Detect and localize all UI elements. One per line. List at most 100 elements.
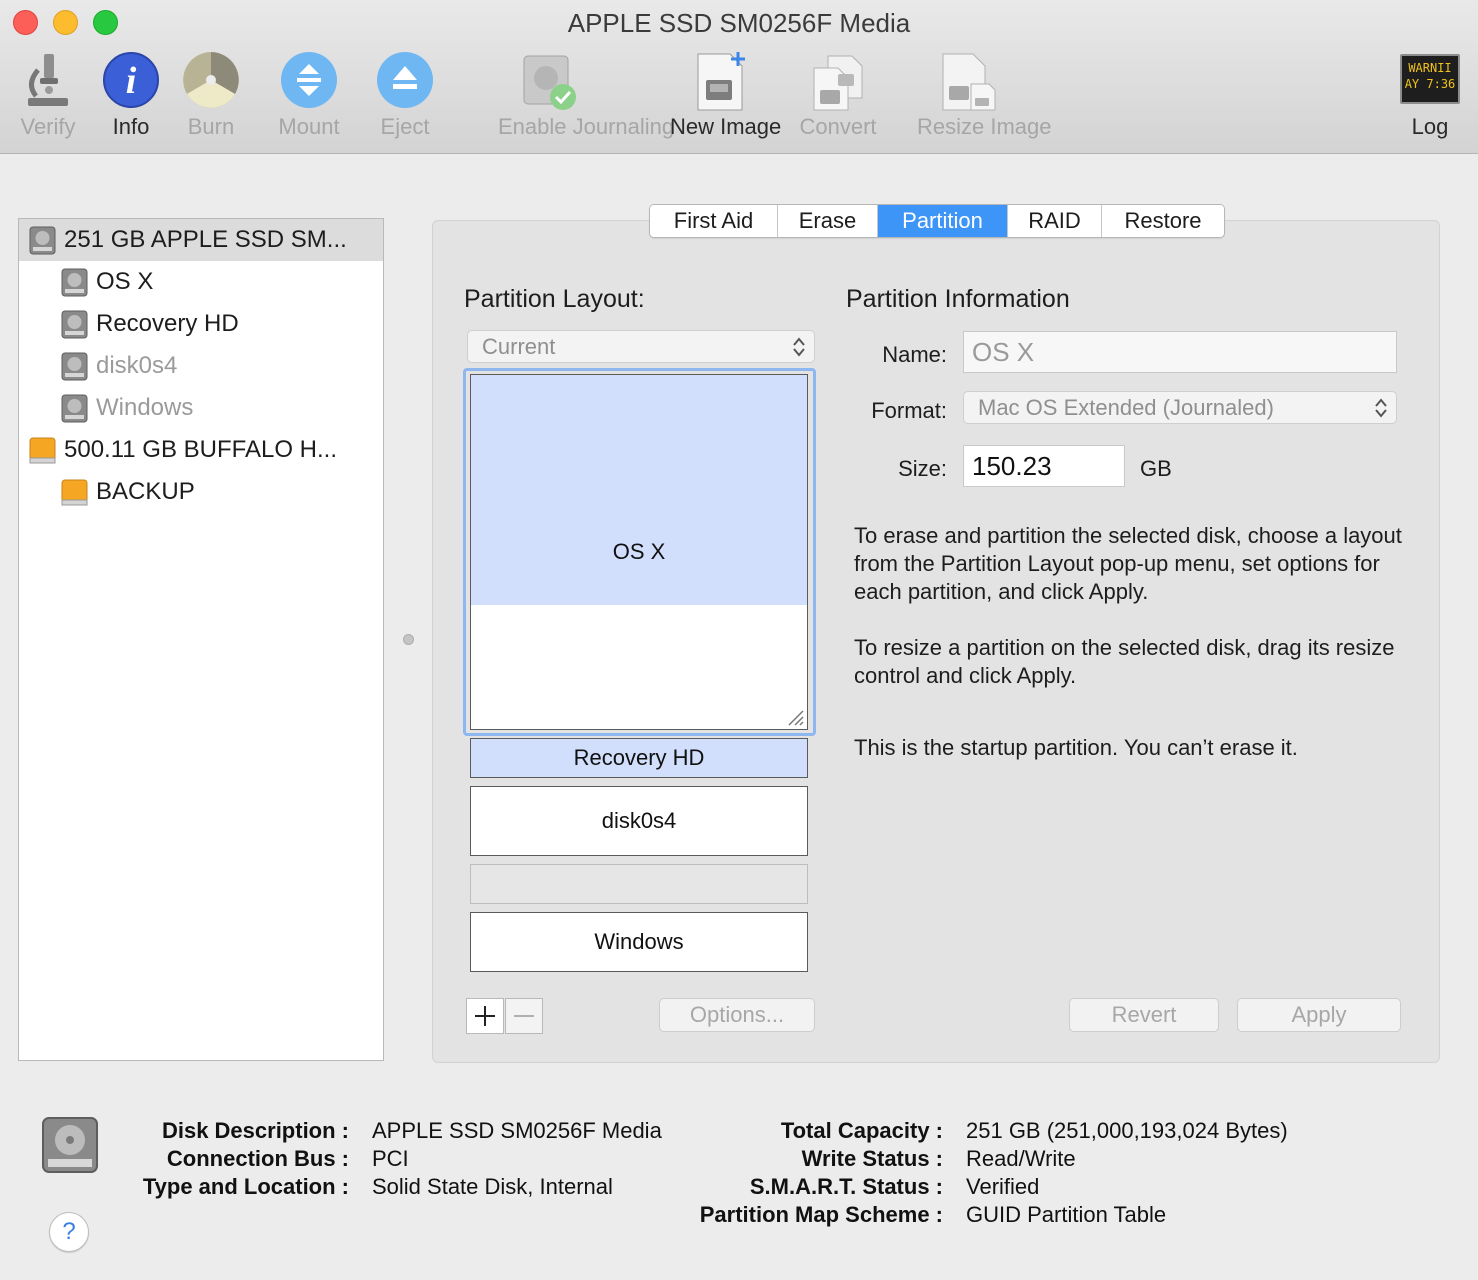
format-value: Mac OS Extended (Journaled) [978,395,1274,420]
sidebar-item-label: 251 GB APPLE SSD SM... [64,226,347,253]
info-button[interactable]: i Info [101,48,161,148]
resize-grip-icon[interactable] [785,707,805,727]
size-label: Size: [898,456,947,481]
svg-text:i: i [126,60,137,102]
sidebar-item-os-x[interactable]: OS X [19,261,383,303]
size-field[interactable]: 150.23 [963,445,1125,487]
tab-raid[interactable]: RAID [1008,205,1102,237]
burn-button[interactable]: Burn [181,48,241,148]
partition-information-heading: Partition Information [846,285,1070,313]
name-field[interactable]: OS X [963,331,1397,373]
sidebar-item-label: Recovery HD [96,310,239,337]
format-popup[interactable]: Mac OS Extended (Journaled) [963,391,1397,424]
partition-block-disk0s4[interactable]: disk0s4 [470,786,808,856]
disk-info-icon [42,1117,98,1173]
sidebar-item-disk0s4[interactable]: disk0s4 [19,345,383,387]
connection-bus-value: PCI [372,1146,409,1171]
log-console-line-1: WARNII [1408,61,1452,75]
resize-image-label: Resize Image [917,114,1052,139]
tab-partition[interactable]: Partition [878,205,1008,237]
partition-block-free-space[interactable] [470,864,808,904]
total-capacity-key: Total Capacity : [780,1118,943,1143]
partition-layout-value: Current [482,334,556,359]
partition-block-os-x[interactable]: OS X [470,374,808,730]
tab-restore[interactable]: Restore [1102,205,1224,237]
write-status-key: Write Status : [801,1146,943,1171]
partition-block-windows[interactable]: Windows [470,912,808,972]
name-label: Name: [882,342,947,367]
partition-map-key: Partition Map Scheme : [699,1202,943,1227]
tab-erase[interactable]: Erase [778,205,878,237]
external-disk-icon [29,437,56,464]
window-title: APPLE SSD SM0256F Media [567,8,911,38]
mount-icon [281,52,337,108]
tab-first-aid[interactable]: First Aid [650,205,778,237]
help-button[interactable]: ? [49,1212,89,1252]
disk-description-key: Disk Description : [161,1118,349,1143]
sidebar-item-label: disk0s4 [96,352,178,379]
partition-layout-popup[interactable]: Current [467,330,815,363]
sidebar-item-recovery-hd[interactable]: Recovery HD [19,303,383,345]
sidebar-item-backup[interactable]: BACKUP [19,471,383,513]
type-location-key: Type and Location : [142,1174,349,1199]
connection-bus-key: Connection Bus : [166,1146,349,1171]
options-button[interactable]: Options... [659,998,815,1032]
sidebar-item-label: BACKUP [96,478,195,505]
sidebar-item-apple-ssd[interactable]: 251 GB APPLE SSD SM... [19,219,383,261]
internal-disk-icon [29,226,56,255]
toolbar: APPLE SSD SM0256F Media Verify i Info Bu… [0,0,1478,154]
apply-button[interactable]: Apply [1237,998,1401,1032]
partition-map-value: GUID Partition Table [966,1202,1167,1227]
revert-button[interactable]: Revert [1069,998,1219,1032]
mount-label: Mount [278,114,340,139]
sidebar-item-label: 500.11 GB BUFFALO H... [64,436,337,463]
sidebar-item-label: Windows [96,394,194,421]
add-partition-button[interactable] [466,998,504,1034]
enable-journaling-button[interactable]: Enable Journaling [498,48,674,148]
burn-label: Burn [187,114,235,139]
resize-image-button[interactable]: Resize Image [917,48,1052,148]
burn-disc-icon [183,52,239,108]
minus-icon [514,1015,534,1017]
disk-list-sidebar[interactable]: 251 GB APPLE SSD SM... OS X Recovery HD … [18,218,384,1061]
sidebar-item-buffalo[interactable]: 500.11 GB BUFFALO H... [19,429,383,471]
mount-button[interactable]: Mount [278,48,340,148]
convert-icon [813,55,863,111]
microscope-icon [28,54,68,106]
smart-status-value: Verified [966,1174,1040,1199]
sidebar-item-windows[interactable]: Windows [19,387,383,429]
log-console-icon: WARNII AY 7:36 [1400,54,1460,104]
verify-button[interactable]: Verify [18,48,78,148]
external-volume-icon [61,479,88,506]
tab-bar: First Aid Erase Partition RAID Restore [649,204,1225,238]
resize-instructions-text: To resize a partition on the selected di… [854,635,1395,688]
info-icon: i [103,52,159,108]
partition-block-label: OS X [612,539,666,564]
convert-button[interactable]: Convert [799,48,877,148]
eject-label: Eject [380,114,430,139]
volume-icon [61,394,88,423]
resize-image-icon [942,53,996,111]
partition-layout-heading: Partition Layout: [464,285,645,313]
type-location-value: Solid State Disk, Internal [372,1174,613,1199]
size-unit-label: GB [1140,456,1172,481]
log-console-line-2: AY 7:36 [1404,77,1456,91]
log-label: Log [1411,114,1449,139]
erase-instructions-text: To erase and partition the selected disk… [854,523,1402,604]
sidebar-item-label: OS X [96,268,154,295]
eject-icon [377,52,433,108]
eject-button[interactable]: Eject [375,48,435,148]
journaling-disk-icon [523,55,576,110]
log-button[interactable]: WARNII AY 7:36 Log [1400,48,1460,148]
volume-icon [61,310,88,339]
disk-description-value: APPLE SSD SM0256F Media [372,1118,662,1143]
new-image-button[interactable]: New Image [670,48,781,148]
split-view-handle[interactable] [403,634,414,645]
new-image-label: New Image [670,114,782,139]
new-image-icon [697,52,745,111]
remove-partition-button[interactable] [505,998,543,1034]
popup-arrows-icon [1375,398,1387,418]
total-capacity-value: 251 GB (251,000,193,024 Bytes) [966,1118,1288,1143]
startup-partition-note: This is the startup partition. You can’t… [854,735,1298,760]
partition-block-recovery-hd[interactable]: Recovery HD [470,738,808,778]
